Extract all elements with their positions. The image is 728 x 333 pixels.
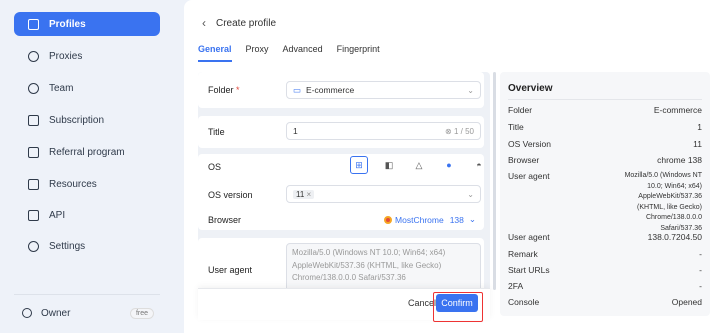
back-chevron-icon[interactable]: ‹: [202, 16, 206, 30]
sidebar-item-api[interactable]: API: [14, 203, 160, 227]
chevron-down-icon: ⌄: [467, 85, 474, 95]
overview-divider: [508, 99, 702, 100]
title-counter: ⊗ 1 / 50: [445, 126, 474, 136]
apple-icon[interactable]: ●: [440, 156, 458, 174]
sidebar-item-settings[interactable]: Settings: [14, 234, 160, 258]
location-icon: [28, 50, 39, 62]
browser-version: 138: [449, 214, 464, 225]
sidebar-item-label: Settings: [49, 240, 86, 252]
general-form: Folder * ▭ E-commerce ⌄ Title 1 ⊗ 1 / 50…: [198, 72, 490, 312]
page-header: ‹ Create profile: [202, 16, 276, 30]
users-icon: [28, 82, 39, 94]
sidebar-item-label: API: [49, 209, 66, 221]
sidebar-item-label: Referral program: [49, 146, 125, 158]
bookmark-icon: [28, 114, 39, 126]
thumbs-up-icon: [28, 146, 39, 158]
folder-row: Folder * ▭ E-commerce ⌄: [198, 72, 484, 108]
confirm-button[interactable]: Confirm: [436, 294, 478, 312]
os-version-select[interactable]: 11 × ⌄: [286, 185, 481, 203]
ua-line: Mozilla/5.0 (Windows NT 10.0; Win64; x64…: [292, 248, 446, 257]
sidebar: Profiles Proxies Team Subscription Refer…: [0, 0, 170, 333]
title-input[interactable]: 1 ⊗ 1 / 50: [286, 122, 481, 140]
title-value: 1: [293, 126, 298, 136]
main-panel: ‹ Create profile General Proxy Advanced …: [184, 0, 728, 333]
sidebar-divider: [14, 294, 160, 295]
overview-user-agent-value: Mozilla/5.0 (Windows NT 10.0; Win64; x64…: [624, 172, 702, 232]
chevron-down-icon: ⌄: [468, 214, 476, 224]
form-footer: Cancel Confirm: [198, 288, 490, 320]
plan-badge: free: [129, 307, 154, 319]
browser-name: MostChrome: [395, 214, 444, 225]
tab-proxy[interactable]: Proxy: [246, 44, 269, 62]
chevron-down-icon: ⌄: [467, 189, 474, 199]
user-agent-label: User agent: [208, 265, 253, 275]
os-options: ⊞ ◧ △ ● ◓: [350, 156, 490, 174]
title-label: Title: [208, 127, 225, 137]
cancel-button[interactable]: Cancel: [408, 298, 436, 308]
sidebar-item-subscription[interactable]: Subscription: [14, 108, 160, 132]
os-version-tag: 11 ×: [293, 189, 315, 199]
browser-select[interactable]: MostChrome 138 ⌄: [384, 214, 476, 225]
android-icon[interactable]: ◓: [470, 156, 488, 174]
os-label: OS: [208, 162, 222, 172]
browser-label: Browser: [208, 215, 242, 225]
ua-line: AppleWebKit/537.36 (KHTML, like Gecko): [292, 260, 442, 270]
folder-label: Folder *: [208, 85, 240, 95]
cube-icon: [28, 178, 39, 190]
sidebar-item-team[interactable]: Team: [14, 76, 160, 100]
form-scrollbar[interactable]: [493, 72, 496, 290]
chrome-icon: [384, 215, 393, 224]
folder-select[interactable]: ▭ E-commerce ⌄: [286, 81, 481, 99]
api-icon: [28, 209, 39, 221]
user-agent-field[interactable]: Mozilla/5.0 (Windows NT 10.0; Win64; x64…: [286, 243, 481, 293]
sidebar-item-resources[interactable]: Resources: [14, 172, 160, 196]
page-title: Create profile: [216, 17, 277, 29]
ua-line: Chrome/138.0.0.0 Safari/537.36: [292, 273, 406, 282]
tab-fingerprint[interactable]: Fingerprint: [337, 44, 380, 62]
sidebar-item-label: Profiles: [49, 18, 86, 30]
os-version-label: OS version: [208, 190, 253, 200]
system-row: OS ⊞ ◧ △ ● ◓ OS version 11 × ⌄ Browser M…: [198, 154, 484, 230]
tab-general[interactable]: General: [198, 44, 232, 62]
overview-row-user-agent: User agent Mozilla/5.0 (Windows NT 10.0;…: [508, 171, 702, 235]
user-icon: [22, 308, 32, 318]
sidebar-item-label: Team: [49, 82, 74, 94]
folder-icon: ▭: [293, 84, 302, 95]
owner-account[interactable]: Owner free: [14, 303, 160, 323]
overview-panel: Overview Folder E-commerce Title 1 OS Vers…: [500, 72, 710, 316]
overview-title: Overview: [508, 83, 553, 94]
sidebar-item-referral[interactable]: Referral program: [14, 140, 160, 164]
calendar-icon: [28, 18, 39, 30]
gear-icon: [28, 240, 39, 252]
clear-icon[interactable]: ⊗: [445, 127, 452, 136]
folder-value: E-commerce: [306, 85, 355, 95]
linux-icon[interactable]: △: [410, 156, 428, 174]
sidebar-item-label: Subscription: [49, 114, 105, 126]
tab-advanced[interactable]: Advanced: [283, 44, 323, 62]
macos-icon[interactable]: ◧: [380, 156, 398, 174]
sidebar-item-proxies[interactable]: Proxies: [14, 44, 160, 68]
tab-bar: General Proxy Advanced Fingerprint: [198, 44, 394, 62]
title-row: Title 1 ⊗ 1 / 50: [198, 116, 484, 148]
tag-remove-icon[interactable]: ×: [307, 190, 312, 199]
sidebar-item-label: Proxies: [49, 50, 83, 62]
windows-icon[interactable]: ⊞: [350, 156, 368, 174]
sidebar-item-profiles[interactable]: Profiles: [14, 12, 160, 36]
owner-label: Owner: [41, 307, 71, 319]
sidebar-item-label: Resources: [49, 178, 97, 190]
